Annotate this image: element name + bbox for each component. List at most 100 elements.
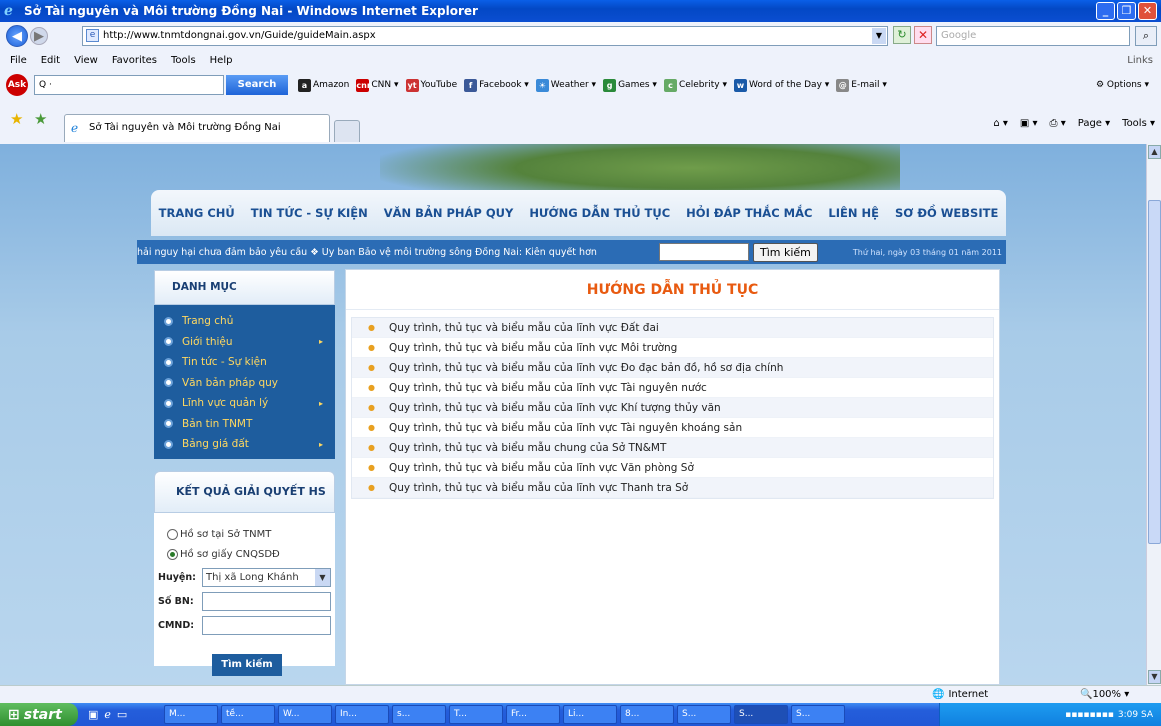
toolbar-item[interactable]: cnn CNN ▾ <box>356 78 399 92</box>
sidebar-item[interactable]: Bản tin TNMT <box>154 414 335 435</box>
guide-item-link[interactable]: Quy trình, thủ tục và biểu mẫu của lĩnh … <box>389 402 721 414</box>
taskbar-task[interactable]: T... <box>449 705 503 724</box>
sidebar-item[interactable]: Trang chủ <box>154 311 335 332</box>
minimize-button[interactable]: _ <box>1096 2 1115 20</box>
radio-button[interactable] <box>167 529 178 540</box>
toolbar-item[interactable]: yt YouTube <box>405 78 457 92</box>
menu-edit[interactable]: Edit <box>41 55 60 66</box>
add-favorites-icon[interactable]: ★ <box>34 110 47 128</box>
guide-item-link[interactable]: Quy trình, thủ tục và biểu mẫu chung của… <box>389 442 666 454</box>
nav-faq[interactable]: HỎI ĐÁP THẮC MẮC <box>686 206 812 220</box>
page-menu[interactable]: Page ▾ <box>1078 118 1110 129</box>
toolbar-item[interactable]: @ E-mail ▾ <box>836 78 887 92</box>
search-icon[interactable]: ⌕ <box>1135 26 1157 46</box>
sidebar-item[interactable]: Văn bản pháp quy <box>154 373 335 394</box>
site-search-button[interactable]: Tìm kiếm <box>753 242 818 262</box>
guide-item[interactable]: ● Quy trình, thủ tục và biểu mẫu của lĩnh… <box>352 378 993 398</box>
taskbar-task[interactable]: Li... <box>563 705 617 724</box>
quicklaunch-ie-icon[interactable]: ℯ <box>104 708 111 721</box>
toolbar-item[interactable]: c Celebrity ▾ <box>663 78 727 92</box>
sidebar-item[interactable]: Bảng giá đất ▸ <box>154 434 335 455</box>
new-tab-button[interactable] <box>334 120 360 142</box>
menu-view[interactable]: View <box>74 55 98 66</box>
taskbar-task[interactable]: In... <box>335 705 389 724</box>
search-input[interactable]: Google <box>936 26 1130 46</box>
taskbar-task[interactable]: S... <box>734 705 788 724</box>
guide-item[interactable]: ● Quy trình, thủ tục và biểu mẫu của lĩnh… <box>352 458 993 478</box>
options-button[interactable]: ⚙ Options ▾ <box>1096 80 1149 90</box>
maximize-button[interactable]: ❐ <box>1117 2 1136 20</box>
guide-item[interactable]: ● Quy trình, thủ tục và biểu mẫu chung củ… <box>352 438 993 458</box>
scroll-thumb[interactable] <box>1148 200 1161 544</box>
print-icon[interactable]: ⎙ ▾ <box>1050 118 1066 129</box>
sidebar-item[interactable]: Tin tức - Sự kiện <box>154 352 335 373</box>
links-button[interactable]: Links <box>1127 55 1153 66</box>
radio-certificate[interactable]: Hồ sơ giấy CNQSDĐ <box>154 545 335 565</box>
back-button[interactable]: ◀ <box>6 25 28 47</box>
taskbar-task[interactable]: S... <box>677 705 731 724</box>
guide-item[interactable]: ● Quy trình, thủ tục và biểu mẫu của lĩnh… <box>352 478 993 498</box>
toolbar-item[interactable]: ☀ Weather ▾ <box>535 78 596 92</box>
zoom-control[interactable]: 🔍100% ▾ <box>1080 689 1129 700</box>
taskbar-task[interactable]: M... <box>164 705 218 724</box>
scroll-up-icon[interactable]: ▲ <box>1148 145 1161 159</box>
address-field[interactable]: e http://www.tnmtdongnai.gov.vn/Guide/gu… <box>82 26 888 46</box>
news-ticker[interactable]: hải nguy hại chưa đảm bảo yêu cầu ❖ Ủy b… <box>137 247 657 258</box>
district-select[interactable]: Thị xã Long Khánh ▼ <box>202 568 331 587</box>
chevron-down-icon[interactable]: ▼ <box>315 569 330 586</box>
nav-legal-docs[interactable]: VĂN BẢN PHÁP QUY <box>384 206 514 220</box>
stop-button[interactable]: ✕ <box>914 26 932 44</box>
nav-home[interactable]: TRANG CHỦ <box>159 206 235 220</box>
menu-tools[interactable]: Tools <box>171 55 196 66</box>
guide-item-link[interactable]: Quy trình, thủ tục và biểu mẫu của lĩnh … <box>389 462 694 474</box>
menu-file[interactable]: File <box>10 55 27 66</box>
taskbar-task[interactable]: W... <box>278 705 332 724</box>
sobn-input[interactable] <box>202 592 331 611</box>
nav-news[interactable]: TIN TỨC - SỰ KIỆN <box>251 206 368 220</box>
refresh-button[interactable]: ↻ <box>893 26 911 44</box>
chevron-down-icon[interactable]: ▼ <box>872 28 886 44</box>
toolbar-item[interactable]: a Amazon <box>298 78 349 92</box>
guide-item-link[interactable]: Quy trình, thủ tục và biểu mẫu của lĩnh … <box>389 422 742 434</box>
radio-office[interactable]: Hồ sơ tại Sở TNMT <box>154 525 335 545</box>
guide-item-link[interactable]: Quy trình, thủ tục và biểu mẫu của lĩnh … <box>389 362 783 374</box>
tools-menu[interactable]: Tools ▾ <box>1122 118 1155 129</box>
vertical-scrollbar[interactable]: ▲ ▼ <box>1146 144 1161 685</box>
radio-button-selected[interactable] <box>167 549 178 560</box>
ask-search-button[interactable]: Search <box>226 75 288 95</box>
results-search-button[interactable]: Tìm kiếm <box>212 653 282 676</box>
toolbar-item[interactable]: f Facebook ▾ <box>464 78 529 92</box>
nav-guide[interactable]: HƯỚNG DẪN THỦ TỤC <box>529 206 670 220</box>
tab-active[interactable]: ℯ Sở Tài nguyên và Môi trường Đồng Nai <box>64 114 330 142</box>
nav-contact[interactable]: LIÊN HỆ <box>828 206 879 220</box>
quicklaunch-word-icon[interactable]: ▣ <box>88 708 98 721</box>
menu-help[interactable]: Help <box>210 55 233 66</box>
guide-item[interactable]: ● Quy trình, thủ tục và biểu mẫu của lĩnh… <box>352 418 993 438</box>
guide-item-link[interactable]: Quy trình, thủ tục và biểu mẫu của lĩnh … <box>389 382 707 394</box>
guide-item-link[interactable]: Quy trình, thủ tục và biểu mẫu của lĩnh … <box>389 342 677 354</box>
guide-item-link[interactable]: Quy trình, thủ tục và biểu mẫu của lĩnh … <box>389 322 659 334</box>
site-search-input[interactable] <box>659 243 749 261</box>
guide-item[interactable]: ● Quy trình, thủ tục và biểu mẫu của lĩnh… <box>352 358 993 378</box>
feeds-icon[interactable]: ▣ ▾ <box>1020 118 1038 129</box>
home-icon[interactable]: ⌂ ▾ <box>993 118 1008 129</box>
taskbar-task[interactable]: s... <box>392 705 446 724</box>
scroll-down-icon[interactable]: ▼ <box>1148 670 1161 684</box>
menu-favorites[interactable]: Favorites <box>112 55 157 66</box>
guide-item[interactable]: ● Quy trình, thủ tục và biểu mẫu của lĩnh… <box>352 318 993 338</box>
sidebar-item[interactable]: Giới thiệu ▸ <box>154 332 335 353</box>
ask-search-input[interactable]: Q · <box>34 75 224 95</box>
taskbar-task[interactable]: tề... <box>221 705 275 724</box>
nav-sitemap[interactable]: SƠ ĐỒ WEBSITE <box>895 206 998 220</box>
forward-button[interactable]: ▶ <box>30 27 48 45</box>
start-button[interactable]: ⊞ start <box>0 703 78 726</box>
sidebar-item[interactable]: Lĩnh vực quản lý ▸ <box>154 393 335 414</box>
close-button[interactable]: ✕ <box>1138 2 1157 20</box>
taskbar-task[interactable]: S... <box>791 705 845 724</box>
guide-item[interactable]: ● Quy trình, thủ tục và biểu mẫu của lĩnh… <box>352 338 993 358</box>
ask-logo-icon[interactable]: Ask <box>6 74 28 96</box>
favorites-star-icon[interactable]: ★ <box>10 110 23 128</box>
guide-item[interactable]: ● Quy trình, thủ tục và biểu mẫu của lĩnh… <box>352 398 993 418</box>
toolbar-item[interactable]: w Word of the Day ▾ <box>733 78 829 92</box>
taskbar-task[interactable]: 8... <box>620 705 674 724</box>
